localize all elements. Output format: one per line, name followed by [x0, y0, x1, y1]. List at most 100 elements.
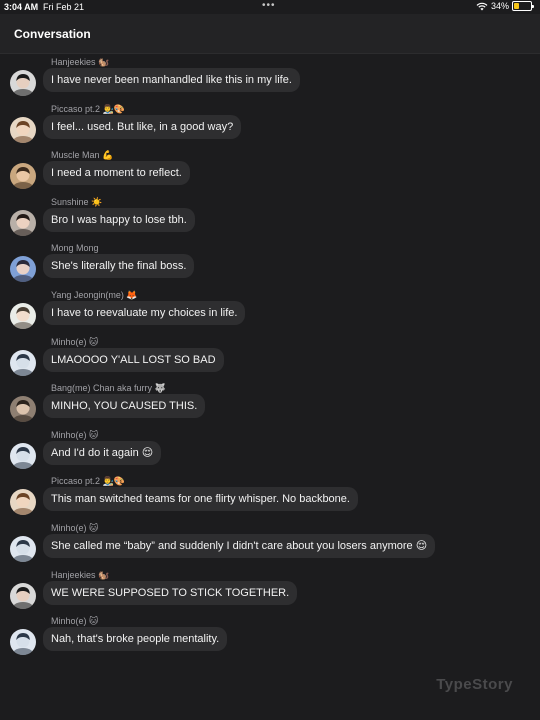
sender-emoji: 🦊 [126, 289, 138, 300]
message-row[interactable]: Minho(e) 🐱 Nah, that's broke people menta… [0, 613, 540, 660]
sender-name: Mong Mong [51, 243, 99, 253]
sender-name: Piccaso pt.2 👨‍🎨🎨 [51, 104, 125, 115]
avatar[interactable] [10, 302, 36, 329]
sender-emoji: 🐿️ [98, 569, 110, 580]
message-text: MINHO, YOU CAUSED THIS. [51, 400, 198, 413]
sender-name-text: Piccaso pt.2 [51, 103, 101, 114]
message-row[interactable]: Piccaso pt.2 👨‍🎨🎨 I feel... used. But lik… [0, 101, 540, 148]
message-bubble[interactable]: And I'd do it again 😌 [43, 440, 162, 465]
message-row[interactable]: Minho(e) 🐱 LMAOOOO Y'ALL LOST SO BAD [0, 334, 540, 381]
sender-name-text: Hanjeekies [51, 57, 96, 67]
message-bubble[interactable]: This man switched teams for one flirty w… [43, 487, 358, 512]
message-text: She called me “baby” and suddenly I didn… [51, 539, 413, 552]
avatar[interactable] [10, 396, 36, 423]
sender-emoji: 💪 [102, 150, 114, 161]
sender-name: Minho(e) 🐱 [51, 523, 98, 534]
message-row[interactable]: Hanjeekies 🐿️ WE WERE SUPPOSED TO STICK T… [0, 567, 540, 614]
sender-name: Minho(e) 🐱 [51, 616, 98, 627]
avatar[interactable] [10, 535, 36, 562]
message-list[interactable]: Hanjeekies 🐿️ I have never been manhandle… [0, 54, 540, 660]
sender-name: Piccaso pt.2 👨‍🎨🎨 [51, 476, 125, 487]
sender-emoji: ☀️ [91, 196, 103, 207]
message-bubble[interactable]: LMAOOOO Y'ALL LOST SO BAD [43, 347, 224, 372]
message-row[interactable]: Mong Mong She's literally the final boss. [0, 240, 540, 287]
message-text: WE WERE SUPPOSED TO STICK TOGETHER. [51, 586, 290, 599]
sender-name: Muscle Man 💪 [51, 150, 113, 161]
avatar[interactable] [10, 209, 36, 236]
sender-name: Minho(e) 🐱 [51, 430, 98, 441]
sender-name-text: Muscle Man [51, 150, 100, 161]
sender-emoji: 🐱 [89, 336, 99, 347]
message-text: I have to reevaluate my choices in life. [51, 306, 238, 319]
sender-name-text: Minho(e) [51, 429, 87, 440]
message-text: Bro I was happy to lose tbh. [51, 213, 187, 226]
sender-name-text: Sunshine [51, 196, 89, 207]
message-bubble[interactable]: I have to reevaluate my choices in life. [43, 300, 246, 325]
message-text: I need a moment to reflect. [51, 167, 182, 180]
message-bubble[interactable]: I have never been manhandled like this i… [43, 68, 300, 92]
sender-emoji: 🐱 [89, 522, 99, 533]
message-text: I feel... used. But like, in a good way? [51, 120, 234, 133]
sender-name: Sunshine ☀️ [51, 197, 102, 208]
sender-name: Bang(me) Chan aka furry 🐺 [51, 383, 166, 394]
message-text: Nah, that's broke people mentality. [51, 633, 220, 646]
status-date: Fri Feb 21 [43, 2, 85, 12]
sender-emoji: 🐱 [89, 429, 99, 440]
sender-emoji: 🐺 [154, 383, 166, 394]
avatar[interactable] [10, 256, 36, 283]
avatar[interactable] [10, 442, 36, 469]
sender-name-text: Minho(e) [51, 522, 87, 533]
avatar[interactable] [10, 349, 36, 376]
message-bubble[interactable]: Nah, that's broke people mentality. [43, 627, 228, 652]
message-row[interactable]: Yang Jeongin(me) 🦊 I have to reevaluate m… [0, 287, 540, 334]
sender-name: Minho(e) 🐱 [51, 337, 98, 348]
message-emoji: 😌 [415, 539, 428, 552]
message-row[interactable]: Minho(e) 🐱 She called me “baby” and sudde… [0, 520, 540, 567]
message-text: She's literally the final boss. [51, 260, 187, 273]
sender-emoji: 🐿️ [98, 57, 110, 67]
message-bubble[interactable]: I feel... used. But like, in a good way? [43, 114, 242, 139]
message-bubble[interactable]: MINHO, YOU CAUSED THIS. [43, 394, 206, 419]
sender-emoji: 👨‍🎨🎨 [102, 476, 125, 487]
message-row[interactable]: Piccaso pt.2 👨‍🎨🎨 This man switched teams… [0, 473, 540, 520]
sender-name-text: Yang Jeongin(me) [51, 289, 124, 300]
message-bubble[interactable]: I need a moment to reflect. [43, 161, 190, 186]
sender-name: Yang Jeongin(me) 🦊 [51, 290, 138, 301]
sender-name: Hanjeekies 🐿️ [51, 57, 109, 68]
message-row[interactable]: Minho(e) 🐱 And I'd do it again 😌 [0, 427, 540, 474]
avatar[interactable] [10, 629, 36, 656]
message-text: This man switched teams for one flirty w… [51, 493, 350, 506]
status-time: 3:04 AM [4, 2, 39, 12]
avatar[interactable] [10, 582, 36, 609]
message-text: I have never been manhandled like this i… [51, 74, 292, 86]
avatar[interactable] [10, 489, 36, 516]
message-text: LMAOOOO Y'ALL LOST SO BAD [51, 353, 216, 366]
message-bubble[interactable]: She called me “baby” and suddenly I didn… [43, 533, 436, 558]
avatar[interactable] [10, 70, 36, 96]
message-bubble[interactable]: She's literally the final boss. [43, 254, 195, 279]
battery-percent: 34% [490, 1, 509, 11]
message-bubble[interactable]: WE WERE SUPPOSED TO STICK TOGETHER. [43, 580, 298, 605]
avatar[interactable] [10, 116, 36, 143]
multitasking-dots-icon[interactable]: ••• [262, 0, 276, 11]
message-emoji: 😌 [141, 446, 154, 459]
avatar[interactable] [10, 163, 36, 190]
page-title: Conversation [14, 27, 91, 41]
status-bar: 3:04 AM Fri Feb 21 ••• 34% [0, 0, 540, 14]
status-indicators: 34% [476, 1, 534, 11]
conversation-header: Conversation [0, 14, 540, 54]
sender-name-text: Minho(e) [51, 616, 87, 627]
message-row[interactable]: Sunshine ☀️ Bro I was happy to lose tbh. [0, 194, 540, 241]
sender-emoji: 🐱 [89, 616, 99, 627]
message-text: And I'd do it again [51, 446, 139, 459]
wifi-icon [476, 2, 488, 11]
message-row[interactable]: Hanjeekies 🐿️ I have never been manhandle… [0, 54, 540, 101]
battery-charging-icon [512, 1, 534, 11]
message-row[interactable]: Muscle Man 💪 I need a moment to reflect. [0, 147, 540, 194]
sender-name-text: Piccaso pt.2 [51, 476, 101, 487]
message-bubble[interactable]: Bro I was happy to lose tbh. [43, 207, 195, 232]
sender-name-text: Hanjeekies [51, 569, 96, 580]
sender-name-text: Mong Mong [51, 243, 99, 254]
sender-emoji: 👨‍🎨🎨 [102, 103, 125, 114]
message-row[interactable]: Bang(me) Chan aka furry 🐺 MINHO, YOU CAUS… [0, 380, 540, 427]
